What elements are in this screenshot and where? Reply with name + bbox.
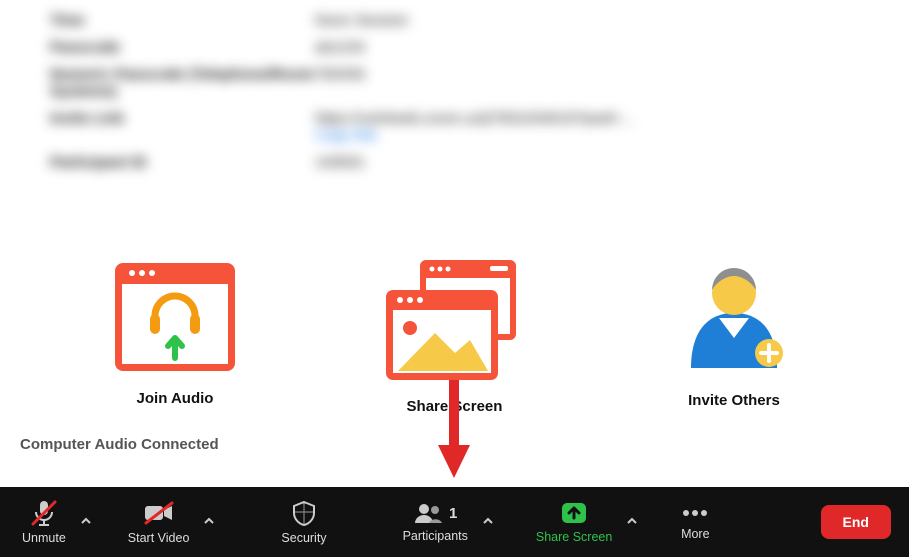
meeting-toolbar: Unmute Start Video Security [0, 487, 909, 557]
info-value: 140001 [315, 154, 365, 171]
invite-others-icon [669, 258, 799, 378]
start-video-label: Start Video [128, 531, 190, 545]
chevron-up-icon [80, 515, 92, 527]
info-value: Noon Session [315, 12, 408, 29]
participants-count: 1 [449, 505, 457, 522]
meeting-info-panel: TimeNoon Session Passcodeab1234 Numeric … [0, 0, 909, 171]
info-label: Invite Link [50, 110, 315, 144]
join-audio-icon [110, 258, 240, 376]
microphone-muted-icon [29, 499, 59, 527]
security-label: Security [281, 531, 326, 545]
start-video-button[interactable]: Start Video [120, 499, 198, 545]
info-label: Participant ID [50, 154, 315, 171]
unmute-button[interactable]: Unmute [14, 499, 74, 545]
invite-others-tile[interactable]: Invite Others [609, 258, 859, 415]
more-button[interactable]: More [672, 503, 718, 541]
copy-link[interactable]: Copy link [315, 127, 377, 144]
info-label: Passcode [50, 39, 315, 56]
shield-icon [290, 499, 318, 527]
participants-options-chevron[interactable] [476, 515, 500, 530]
unmute-label: Unmute [22, 531, 66, 545]
video-options-chevron[interactable] [197, 515, 221, 530]
more-label: More [681, 527, 709, 541]
info-label: Time [50, 12, 315, 29]
video-off-icon [142, 499, 176, 527]
chevron-up-icon [482, 515, 494, 527]
audio-options-chevron[interactable] [74, 515, 98, 530]
share-screen-button[interactable]: Share Screen [528, 500, 620, 544]
share-screen-icon [380, 258, 530, 384]
annotation-arrow-icon [434, 380, 474, 480]
invite-others-label: Invite Others [688, 392, 780, 409]
participants-label: Participants [403, 529, 468, 543]
chevron-up-icon [203, 515, 215, 527]
audio-status-text: Computer Audio Connected [20, 436, 219, 453]
info-value: ab1234 [315, 39, 365, 56]
participants-icon [413, 501, 443, 525]
info-value: https://us04web.zoom.us/j/7831034019?pwd… [315, 110, 633, 127]
info-value: 783456 [315, 66, 365, 100]
info-label: Numeric Passcode (Telephone/Room Systems… [50, 66, 315, 100]
end-meeting-button[interactable]: End [821, 505, 891, 539]
join-audio-label: Join Audio [137, 390, 214, 407]
participants-button[interactable]: 1 Participants [395, 501, 476, 543]
share-options-chevron[interactable] [620, 515, 644, 530]
more-dots-icon [680, 503, 710, 523]
share-screen-toolbar-icon [559, 500, 589, 526]
security-button[interactable]: Security [273, 499, 334, 545]
join-audio-tile[interactable]: Join Audio [50, 258, 300, 415]
share-screen-toolbar-label: Share Screen [536, 530, 612, 544]
chevron-up-icon [626, 515, 638, 527]
